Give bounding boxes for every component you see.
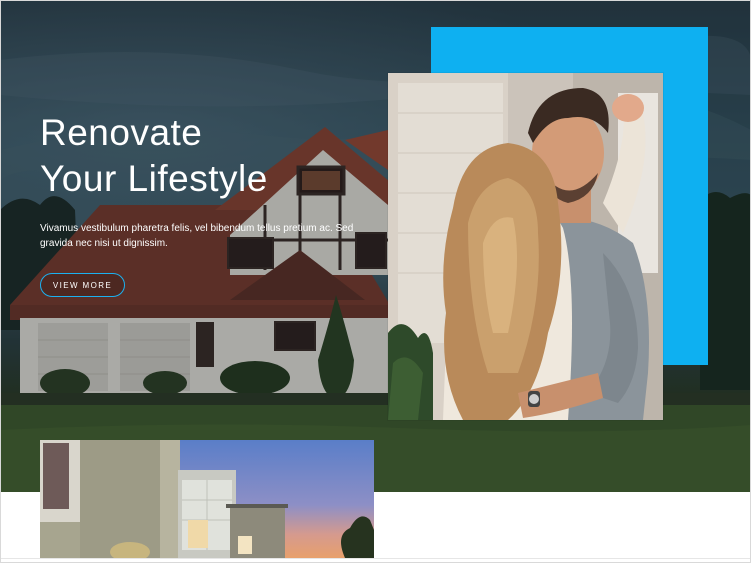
hero-title: Renovate Your Lifestyle <box>40 110 268 202</box>
building-illustration <box>40 440 374 558</box>
hero-title-line-2: Your Lifestyle <box>40 158 268 199</box>
landing-page: Renovate Your Lifestyle Vivamus vestibul… <box>0 0 751 563</box>
hero-description: Vivamus vestibulum pharetra felis, vel b… <box>40 223 354 249</box>
hero-title-line-1: Renovate <box>40 112 203 153</box>
couple-embracing-photo <box>388 73 663 420</box>
modern-building-at-sunset-photo <box>40 440 374 558</box>
couple-illustration <box>388 73 663 420</box>
view-more-button[interactable]: VIEW MORE <box>40 273 125 297</box>
bottom-divider <box>0 558 751 559</box>
